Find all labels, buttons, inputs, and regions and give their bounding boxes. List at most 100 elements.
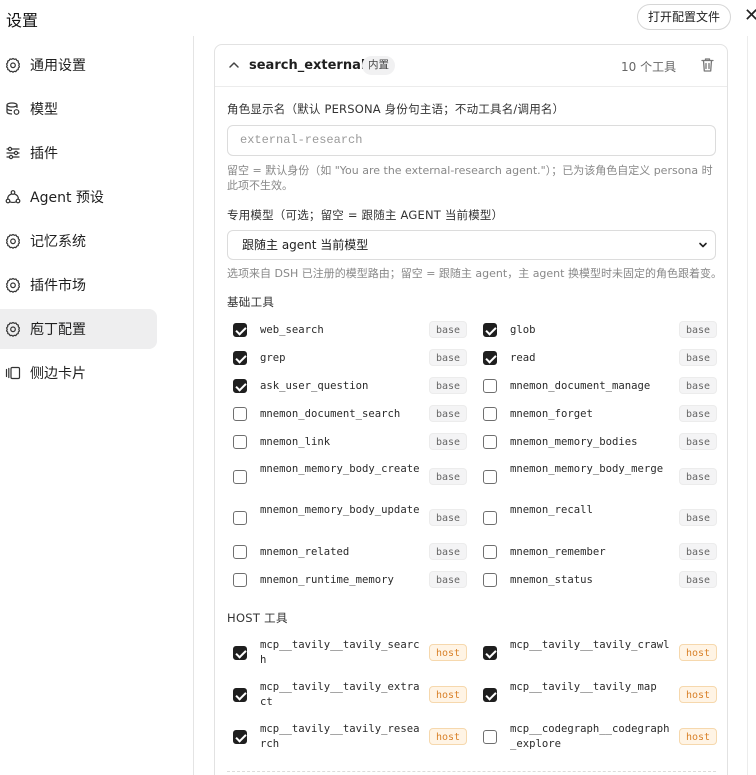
sidebar-item[interactable]: 侧边卡片 (0, 353, 157, 393)
host-tools-title: HOST 工具 (227, 611, 288, 625)
tool-checkbox[interactable] (483, 545, 497, 559)
tool-tag-badge: base (679, 509, 718, 526)
sidebar-item[interactable]: 通用设置 (0, 45, 157, 85)
model-hint: 选项来自 DSH 已注册的模型路由；留空 = 跟随主 agent，主 agent… (227, 267, 722, 280)
tool-item[interactable]: mnemon_memory_body_merge base (483, 460, 718, 494)
tool-checkbox[interactable] (233, 646, 247, 660)
gear-icon (4, 276, 22, 294)
tool-checkbox[interactable] (233, 379, 247, 393)
tool-tag-badge: base (429, 543, 468, 560)
tool-item[interactable]: mnemon_forget base (483, 404, 718, 424)
tool-name: mcp__tavily__tavily_map (510, 681, 657, 693)
page-title: 设置 (6, 11, 39, 30)
tool-count: 10 个工具 (621, 60, 677, 74)
tool-name: mnemon_status (510, 573, 593, 586)
tool-name: grep (260, 351, 286, 364)
tool-item[interactable]: mnemon_memory_body_create base (233, 460, 468, 494)
open-config-file-button[interactable]: 打开配置文件 (637, 4, 732, 30)
model-select-value: 跟随主 agent 当前模型 (242, 238, 369, 252)
model-select[interactable]: 跟随主 agent 当前模型 (227, 230, 716, 260)
persona-input[interactable]: external-research (227, 125, 716, 156)
tool-item[interactable]: ask_user_question base (233, 376, 468, 396)
tool-checkbox[interactable] (483, 646, 497, 660)
sliders-icon (4, 144, 22, 162)
tool-item[interactable]: mcp__tavily__tavily_map host (483, 678, 718, 712)
tool-item[interactable]: mcp__tavily__tavily_crawl host (483, 636, 718, 670)
sidebar-divider (193, 36, 194, 775)
sidebar-item[interactable]: 插件市场 (0, 265, 157, 305)
tool-item[interactable]: mnemon_runtime_memory base (233, 570, 468, 590)
tool-checkbox[interactable] (233, 511, 247, 525)
tool-item[interactable]: mnemon_link base (233, 432, 468, 452)
tool-item[interactable]: glob base (483, 320, 718, 340)
tool-checkbox[interactable] (483, 470, 497, 484)
tool-checkbox[interactable] (483, 511, 497, 525)
tool-checkbox[interactable] (233, 545, 247, 559)
tool-name: mnemon_memory_body_merge (510, 463, 664, 475)
tool-checkbox[interactable] (233, 351, 247, 365)
tool-item[interactable]: mnemon_related base (233, 542, 468, 562)
chevron-up-icon[interactable] (227, 58, 241, 72)
tool-checkbox[interactable] (233, 730, 247, 744)
tool-name: mnemon_link (260, 435, 331, 448)
tool-tag-badge: base (429, 377, 468, 394)
tool-checkbox[interactable] (233, 573, 247, 587)
tool-name: mnemon_remember (510, 545, 606, 558)
tool-name: mnemon_runtime_memory (260, 573, 394, 586)
tool-name: mnemon_document_manage (510, 379, 651, 392)
sidebar-item[interactable]: 插件 (0, 133, 157, 173)
sidebar-item[interactable]: 庖丁配置 (0, 309, 157, 349)
tool-name: glob (510, 323, 536, 336)
tool-item[interactable]: mcp__codegraph__codegraph_explore host (483, 720, 718, 754)
tool-checkbox[interactable] (483, 351, 497, 365)
tool-item[interactable]: mcp__tavily__tavily_search host (233, 636, 468, 670)
tool-item[interactable]: mnemon_remember base (483, 542, 718, 562)
tool-item[interactable]: mnemon_recall base (483, 501, 718, 535)
gear-icon (4, 320, 22, 338)
tool-checkbox[interactable] (233, 323, 247, 337)
tool-checkbox[interactable] (483, 573, 497, 587)
tool-name: ask_user_question (260, 379, 369, 392)
tool-checkbox[interactable] (483, 379, 497, 393)
tool-tag-badge: base (429, 405, 468, 422)
tool-item[interactable]: web_search base (233, 320, 468, 340)
tool-checkbox[interactable] (233, 435, 247, 449)
tool-checkbox[interactable] (483, 688, 497, 702)
tool-item[interactable]: grep base (233, 348, 468, 368)
tool-tag-badge: base (429, 571, 468, 588)
sidebar-item-label: 插件市场 (30, 278, 86, 294)
tool-checkbox[interactable] (483, 730, 497, 744)
tool-item[interactable]: read base (483, 348, 718, 368)
agent-icon (4, 188, 22, 206)
tool-checkbox[interactable] (233, 470, 247, 484)
tool-name: mnemon_document_search (260, 407, 401, 420)
sidebar-item[interactable]: 模型 (0, 89, 157, 129)
tool-tag-badge: host (679, 644, 718, 661)
tool-item[interactable]: mnemon_status base (483, 570, 718, 590)
model-label: 专用模型（可选；留空 = 跟随主 AGENT 当前模型） (227, 208, 504, 222)
tool-checkbox[interactable] (233, 688, 247, 702)
tool-tag-badge: base (429, 509, 468, 526)
tool-checkbox[interactable] (233, 407, 247, 421)
tool-checkbox[interactable] (483, 407, 497, 421)
sidebar-item[interactable]: 记忆系统 (0, 221, 157, 261)
sidebar-item-label: 模型 (30, 102, 58, 118)
sidebar-item[interactable]: Agent 预设 (0, 177, 157, 217)
tool-item[interactable]: mnemon_document_manage base (483, 376, 718, 396)
close-icon[interactable]: ✕ (744, 6, 756, 26)
agent-card-header[interactable]: search_external 内置 10 个工具 (215, 45, 727, 87)
tool-item[interactable]: mnemon_memory_bodies base (483, 432, 718, 452)
tool-item[interactable]: mnemon_memory_body_update base (233, 501, 468, 535)
sidebar-item-label: 插件 (30, 146, 58, 162)
tool-item[interactable]: mcp__tavily__tavily_research host (233, 720, 468, 754)
tool-item[interactable]: mnemon_document_search base (233, 404, 468, 424)
model-icon (4, 100, 22, 118)
tool-tag-badge: base (429, 321, 468, 338)
tool-item[interactable]: mcp__tavily__tavily_extract host (233, 678, 468, 712)
tool-checkbox[interactable] (483, 323, 497, 337)
tool-name: mnemon_recall (510, 504, 593, 516)
trash-icon[interactable] (699, 56, 716, 73)
settings-sidebar: 通用设置模型插件 Agent 预设 记忆系统插件市场庖丁配置 侧边卡片 (0, 45, 160, 397)
tool-checkbox[interactable] (483, 435, 497, 449)
tool-name: mcp__tavily__tavily_research (260, 723, 420, 750)
